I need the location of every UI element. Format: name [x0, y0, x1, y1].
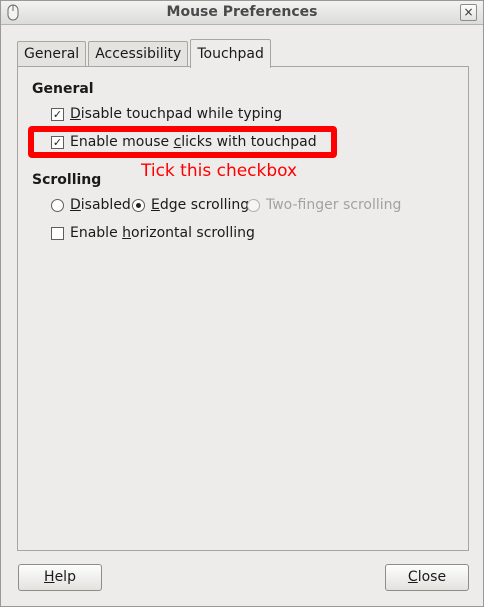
radio-two-finger-scrolling: Two-finger scrolling	[247, 195, 401, 215]
help-button[interactable]: Help	[18, 564, 102, 591]
tab-accessibility[interactable]: Accessibility	[88, 41, 189, 67]
radio-label: Disabled	[70, 197, 131, 213]
general-section-header: General	[32, 81, 94, 97]
tab-touchpad[interactable]: Touchpad	[190, 39, 271, 68]
scrolling-section-header: Scrolling	[32, 172, 102, 188]
annotation-text: Tick this checkbox	[141, 161, 298, 181]
tab-general[interactable]: General	[17, 41, 87, 67]
radio-disabled[interactable]: Disabled	[51, 195, 131, 215]
annotation-highlight-box	[28, 126, 337, 158]
close-icon[interactable]: ×	[460, 4, 477, 21]
checkbox-label: Disable touchpad while typing	[70, 106, 283, 122]
window-title: Mouse Preferences	[166, 4, 318, 20]
title-bar: Mouse Preferences ×	[1, 1, 483, 25]
radio-icon[interactable]	[51, 198, 64, 212]
checkbox-icon[interactable]	[51, 226, 64, 240]
radio-label: Two-finger scrolling	[266, 197, 402, 213]
enable-horizontal-scrolling-checkbox[interactable]: Enable horizontal scrolling	[51, 223, 255, 243]
checkbox-label: Enable horizontal scrolling	[70, 225, 255, 241]
checkmark-icon[interactable]: ✓	[51, 107, 64, 121]
radio-selected-icon[interactable]	[132, 198, 145, 212]
radio-disabled-icon	[247, 198, 260, 212]
close-button[interactable]: Close	[385, 564, 469, 591]
tab-bar: General Accessibility Touchpad	[17, 38, 273, 68]
disable-touchpad-while-typing-checkbox[interactable]: ✓ Disable touchpad while typing	[51, 104, 282, 124]
mouse-preferences-window: Mouse Preferences × General Accessibilit…	[0, 0, 484, 607]
radio-label: Edge scrolling	[151, 197, 250, 213]
radio-edge-scrolling[interactable]: Edge scrolling	[132, 195, 249, 215]
